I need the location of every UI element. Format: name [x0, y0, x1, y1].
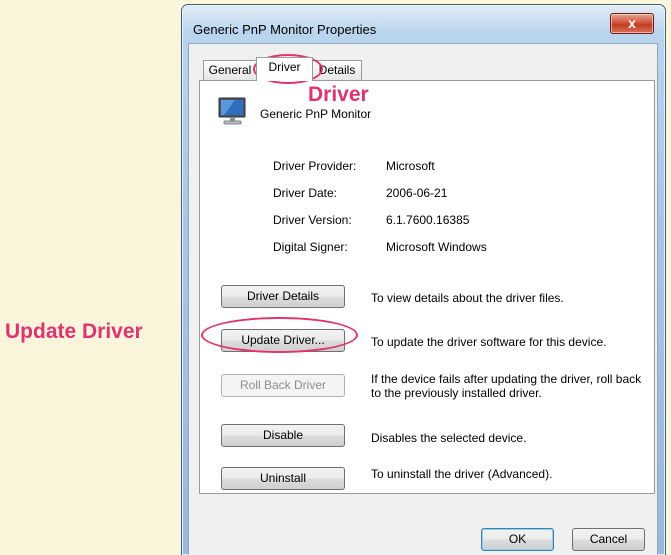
update-driver-highlight-oval [201, 317, 358, 353]
driver-details-description: To view details about the driver files. [371, 291, 564, 305]
driver-date-label: Driver Date: [273, 186, 338, 200]
uninstall-button[interactable]: Uninstall [221, 467, 345, 490]
driver-tab-panel: Generic PnP Monitor Driver Provider: Mic… [199, 80, 655, 494]
disable-button[interactable]: Disable [221, 424, 345, 447]
digital-signer-label: Digital Signer: [273, 240, 348, 254]
device-name: Generic PnP Monitor [260, 107, 372, 121]
driver-provider-value: Microsoft [386, 159, 435, 173]
roll-back-driver-description: If the device fails after updating the d… [371, 372, 642, 400]
disable-description: Disables the selected device. [371, 431, 527, 445]
properties-dialog: Generic PnP Monitor Properties x General… [181, 4, 666, 555]
uninstall-description: To uninstall the driver (Advanced). [371, 467, 553, 481]
close-icon: x [628, 15, 636, 31]
driver-details-button[interactable]: Driver Details [221, 285, 345, 308]
driver-version-value: 6.1.7600.16385 [386, 213, 470, 227]
driver-provider-label: Driver Provider: [273, 159, 357, 173]
update-driver-description: To update the driver software for this d… [371, 335, 607, 349]
driver-version-label: Driver Version: [273, 213, 352, 227]
cancel-button[interactable]: Cancel [572, 528, 645, 551]
tab-driver[interactable]: Driver [256, 57, 313, 81]
close-button[interactable]: x [610, 13, 654, 34]
tab-general[interactable]: General [203, 60, 257, 80]
ok-button[interactable]: OK [481, 528, 554, 551]
dialog-client-area: General Driver Details Generic PnP Monit… [188, 43, 658, 555]
driver-callout-label: Driver [308, 83, 369, 106]
update-driver-callout-label: Update Driver [5, 320, 143, 343]
window-title: Generic PnP Monitor Properties [193, 22, 377, 37]
digital-signer-value: Microsoft Windows [386, 240, 487, 254]
monitor-icon [216, 95, 250, 134]
driver-date-value: 2006-06-21 [386, 186, 448, 200]
roll-back-driver-button[interactable]: Roll Back Driver [221, 374, 345, 397]
